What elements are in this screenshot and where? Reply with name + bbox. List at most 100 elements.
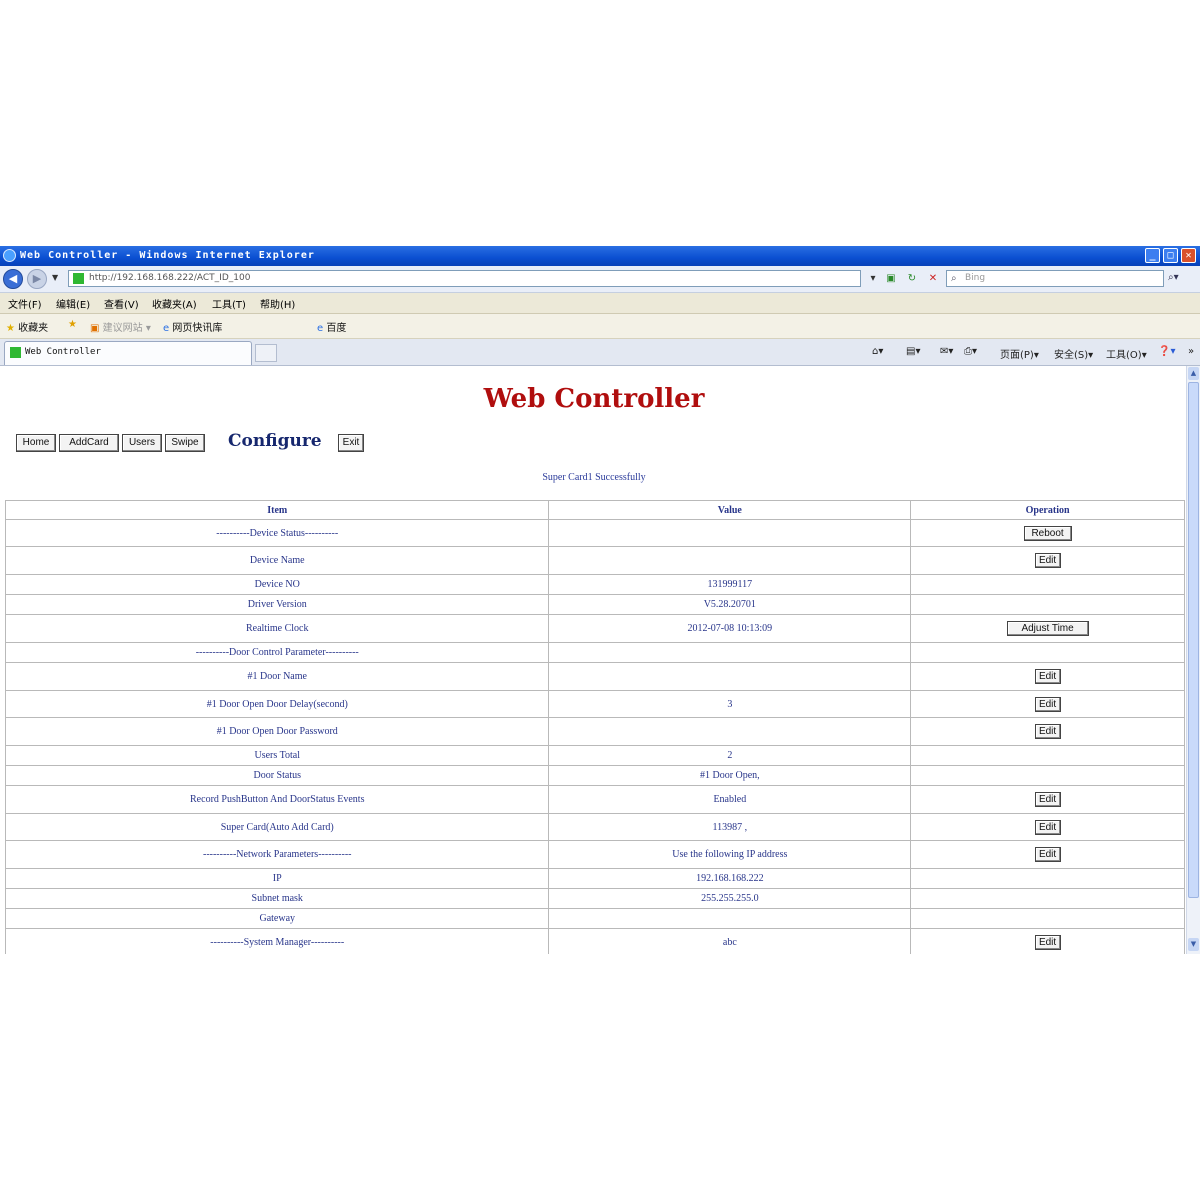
fav-web-slice[interactable]: e 网页快讯库: [163, 319, 222, 334]
close-button[interactable]: ✕: [1181, 248, 1196, 263]
edit-button[interactable]: Edit: [1034, 696, 1061, 712]
table-row: ----------Network Parameters---------- Us…: [4, 840, 1185, 869]
menu-file[interactable]: 文件(F): [8, 296, 42, 311]
swipe-button[interactable]: Swipe: [165, 434, 205, 452]
help-icon[interactable]: ❓▾: [1158, 346, 1175, 357]
back-button[interactable]: ◀: [3, 269, 23, 289]
item-cell: Door Status: [4, 765, 550, 786]
addcard-button[interactable]: AddCard: [59, 434, 119, 452]
browser-window: Web Controller - Windows Internet Explor…: [0, 246, 1200, 954]
menu-help[interactable]: 帮助(H): [260, 296, 295, 311]
window-title: Web Controller - Windows Internet Explor…: [20, 250, 315, 261]
edit-button[interactable]: Edit: [1034, 724, 1061, 739]
add-favorite-icon[interactable]: ★: [68, 319, 77, 330]
stop-icon[interactable]: ✕: [926, 272, 940, 286]
favorites-button[interactable]: ★ 收藏夹: [6, 319, 48, 334]
table-row: Device NO 131999117: [4, 574, 1185, 595]
forward-button[interactable]: ▶: [27, 269, 47, 289]
operation-cell: Edit: [910, 928, 1185, 954]
search-input[interactable]: ⌕ Bing: [946, 270, 1164, 287]
item-cell: ----------Network Parameters----------: [4, 840, 550, 869]
home-icon[interactable]: ⌂▾: [872, 346, 883, 357]
print-icon[interactable]: ⎙▾: [964, 346, 977, 357]
operation-cell: Edit: [910, 546, 1185, 575]
table-row: #1 Door Name Edit: [4, 662, 1185, 691]
table-row: IP 192.168.168.222: [4, 868, 1185, 889]
value-cell: [548, 519, 912, 547]
edit-button[interactable]: Edit: [1034, 553, 1061, 568]
operation-cell: [910, 868, 1185, 889]
reboot-button[interactable]: Reboot: [1023, 525, 1072, 541]
operation-cell: Adjust Time: [910, 614, 1185, 643]
tab-title: Web Controller: [25, 347, 101, 357]
tab-web-controller[interactable]: Web Controller: [4, 341, 252, 365]
table-row: Record PushButton And DoorStatus Events E…: [4, 785, 1185, 814]
value-cell: 131999117: [548, 574, 912, 595]
item-cell: #1 Door Open Door Password: [4, 717, 550, 746]
edit-button[interactable]: Edit: [1034, 669, 1061, 684]
mail-icon[interactable]: ✉▾: [940, 346, 953, 357]
table-row: Gateway: [4, 908, 1185, 929]
item-cell: Users Total: [4, 745, 550, 766]
edit-button[interactable]: Edit: [1034, 935, 1061, 950]
suggested-sites-icon: ▣: [90, 323, 100, 334]
menu-bar: 文件(F) 编辑(E) 查看(V) 收藏夹(A) 工具(T) 帮助(H): [0, 293, 1200, 314]
menu-favorites[interactable]: 收藏夹(A): [152, 296, 197, 311]
operation-cell: [910, 745, 1185, 766]
home-button[interactable]: Home: [16, 434, 56, 452]
fav-baidu[interactable]: e 百度: [317, 319, 346, 334]
scroll-thumb[interactable]: [1188, 382, 1199, 898]
new-tab-button[interactable]: [255, 344, 277, 362]
page-menu-label: 页面(P): [1000, 350, 1034, 361]
menu-view[interactable]: 查看(V): [104, 296, 139, 311]
value-cell: 2: [548, 745, 912, 766]
operation-cell: [910, 574, 1185, 595]
exit-button[interactable]: Exit: [338, 434, 364, 452]
page-menu[interactable]: 页面(P)▾: [1000, 346, 1039, 361]
edit-button[interactable]: Edit: [1034, 792, 1061, 807]
chevron-icon[interactable]: »: [1188, 346, 1194, 357]
favorites-label: 收藏夹: [18, 323, 49, 334]
baidu-label: 百度: [326, 323, 347, 334]
value-cell: [548, 546, 912, 575]
compatibility-icon[interactable]: ▣: [884, 272, 898, 286]
item-cell: Driver Version: [4, 594, 550, 615]
minimize-button[interactable]: _: [1145, 248, 1160, 263]
operation-cell: [910, 642, 1185, 663]
value-cell: Enabled: [548, 785, 912, 814]
url-input[interactable]: http://192.168.168.222/ACT_ID_100: [68, 270, 861, 287]
safety-menu[interactable]: 安全(S)▾: [1054, 346, 1093, 361]
feeds-icon[interactable]: ▤▾: [906, 346, 920, 357]
menu-edit[interactable]: 编辑(E): [56, 296, 90, 311]
item-cell: ----------System Manager----------: [4, 928, 550, 954]
item-cell: IP: [4, 868, 550, 889]
value-cell: [548, 642, 912, 663]
table-row: ----------Door Control Parameter--------…: [4, 642, 1185, 663]
fav-suggested-sites[interactable]: ▣ 建议网站 ▾: [90, 319, 151, 334]
vertical-scrollbar[interactable]: ▲ ▼: [1186, 366, 1200, 954]
table-row: #1 Door Open Door Delay(second) 3 Edit: [4, 690, 1185, 718]
users-button[interactable]: Users: [122, 434, 162, 452]
scroll-down-icon[interactable]: ▼: [1188, 938, 1199, 951]
history-dropdown-icon[interactable]: ▼: [52, 273, 58, 282]
scroll-up-icon[interactable]: ▲: [1188, 367, 1199, 380]
value-cell: [548, 662, 912, 691]
tools-menu[interactable]: 工具(O)▾: [1106, 346, 1147, 361]
favorites-bar: ★ 收藏夹 ★ ▣ 建议网站 ▾ e 网页快讯库 e 百度: [0, 314, 1200, 339]
operation-cell: [910, 765, 1185, 786]
adjust-time-button[interactable]: Adjust Time: [1006, 621, 1089, 636]
value-cell: 113987 ,: [548, 813, 912, 841]
dropdown-icon[interactable]: ▾: [866, 272, 880, 286]
value-cell: V5.28.20701: [548, 594, 912, 615]
operation-cell: Edit: [910, 813, 1185, 841]
table-row: Subnet mask 255.255.255.0: [4, 888, 1185, 909]
operation-cell: [910, 888, 1185, 909]
refresh-icon[interactable]: ↻: [905, 272, 919, 286]
search-go-icon[interactable]: ⌕▾: [1168, 272, 1179, 283]
menu-tools[interactable]: 工具(T): [212, 296, 246, 311]
edit-button[interactable]: Edit: [1034, 847, 1061, 862]
maximize-button[interactable]: □: [1163, 248, 1178, 263]
edit-button[interactable]: Edit: [1034, 819, 1061, 835]
table-row: Super Card(Auto Add Card) 113987 , Edit: [4, 813, 1185, 841]
item-cell: Device NO: [4, 574, 550, 595]
